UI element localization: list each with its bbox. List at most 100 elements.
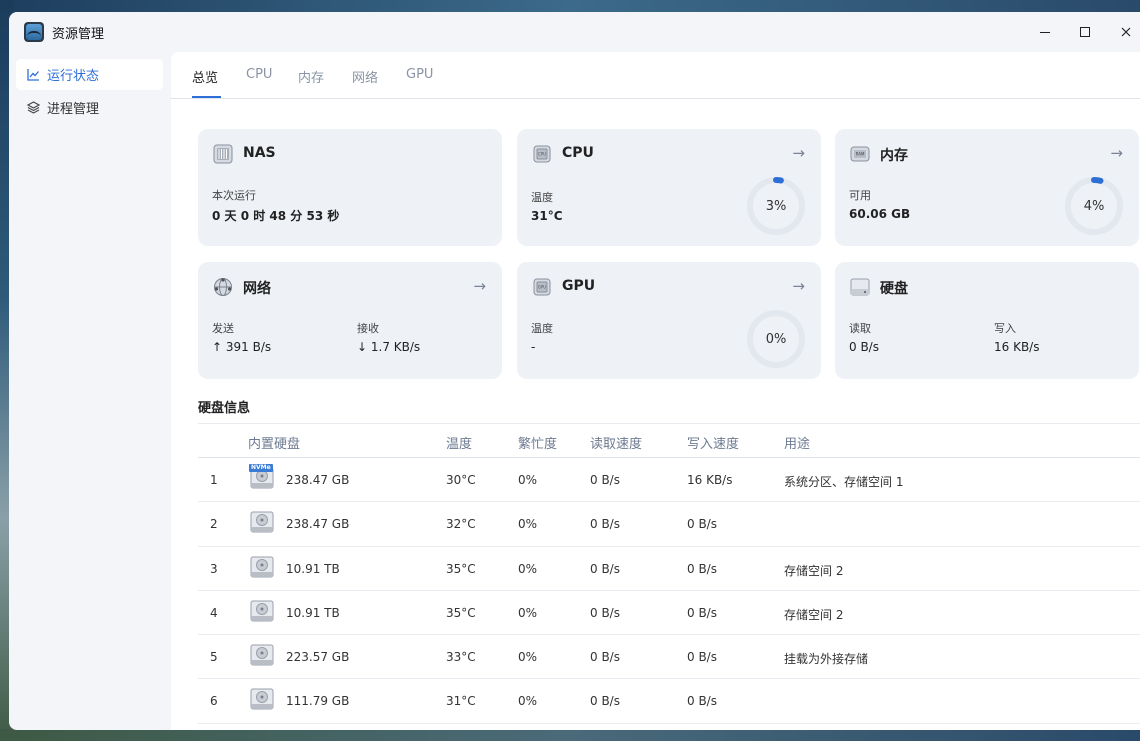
cpu-title: CPU — [562, 145, 594, 161]
disk-write-speed: 0 B/s — [687, 517, 717, 532]
arrow-right-icon[interactable]: → — [1110, 144, 1123, 162]
cpu-card[interactable]: CPU CPU → 温度 31°C 3% — [517, 129, 821, 246]
cpu-chip-icon: CPU — [532, 144, 552, 164]
disk-index: 4 — [210, 605, 218, 620]
disk-write-value: 16 KB/s — [994, 340, 1040, 354]
svg-text:CPU: CPU — [538, 152, 546, 157]
network-title: 网络 — [243, 281, 271, 297]
tab-memory[interactable]: 内存 — [298, 67, 324, 86]
tab-overview[interactable]: 总览 — [192, 67, 218, 86]
gpu-temp-value: - — [531, 340, 536, 354]
table-row[interactable]: 3 10.91 TB 35°C 0% 0 B/s 0 B/s 存储空间 2 — [198, 547, 1140, 591]
close-button[interactable] — [1114, 20, 1138, 44]
hard-disk-icon — [250, 511, 274, 533]
memory-usage-percent: 4% — [1083, 198, 1105, 214]
disk-index: 6 — [210, 694, 218, 709]
disk-usage: 存储空间 2 — [784, 607, 844, 622]
memory-usage-ring: 4% — [1063, 175, 1125, 237]
disk-temperature: 30°C — [446, 473, 476, 487]
disk-usage: 挂载为外接存储 — [784, 652, 869, 667]
tab-bar: 总览 CPU 内存 网络 GPU — [171, 52, 1140, 99]
disk-info-table: 内置硬盘 温度 繁忙度 读取速度 写入速度 用途 1 238.47 GB 30°C 0… — [198, 423, 1140, 724]
sidebar-item-processes[interactable]: 进程管理 — [16, 92, 163, 123]
titlebar: 资源管理 — [9, 12, 1140, 52]
network-globe-icon — [213, 277, 233, 297]
resource-manager-window: 资源管理 运行状态 进程管理 总览 CPU 内存 网络 GPU NAS 本次运行… — [9, 12, 1140, 730]
cpu-usage-ring: 3% — [745, 175, 807, 237]
tab-network[interactable]: 网络 — [352, 67, 378, 86]
table-row[interactable]: 1 238.47 GB 30°C 0% 0 B/s 16 KB/s 系统分区、存储空间 1 N… — [198, 458, 1140, 503]
nas-title: NAS — [243, 145, 276, 161]
disk-read-speed: 0 B/s — [590, 473, 620, 487]
arrow-right-icon[interactable]: → — [792, 144, 805, 162]
disk-size: 223.57 GB — [286, 650, 350, 665]
table-row[interactable]: 2 238.47 GB 32°C 0% 0 B/s 0 B/s — [198, 502, 1140, 547]
memory-title: 内存 — [880, 148, 908, 164]
header-temperature[interactable]: 温度 — [446, 433, 472, 452]
gpu-chip-icon: GPU — [532, 277, 552, 297]
disk-write-speed: 0 B/s — [687, 650, 717, 665]
hard-disk-icon — [250, 644, 274, 666]
disk-title: 硬盘 — [880, 281, 908, 297]
disk-index: 1 — [210, 473, 218, 487]
disk-temperature: 33°C — [446, 650, 476, 665]
hard-disk-icon — [250, 556, 274, 578]
disk-busy: 0% — [518, 517, 538, 532]
disk-size: 10.91 TB — [286, 605, 340, 620]
app-title: 资源管理 — [52, 27, 105, 42]
cpu-temp-label: 温度 — [531, 191, 553, 204]
disk-read-label: 读取 — [849, 322, 871, 335]
disk-card: 硬盘 读取 0 B/s 写入 16 KB/s — [835, 262, 1139, 379]
tab-active-indicator — [192, 96, 221, 98]
gpu-title: GPU — [562, 278, 596, 294]
header-read-speed[interactable]: 读取速度 — [590, 433, 642, 452]
memory-available-value: 60.06 GB — [849, 207, 911, 221]
hard-disk-icon: NVMe — [249, 464, 274, 489]
network-recv-label: 接收 — [357, 322, 379, 335]
disk-write-speed: 0 B/s — [687, 561, 717, 576]
table-row[interactable]: 6 111.79 GB 31°C 0% 0 B/s 0 B/s — [198, 679, 1140, 724]
memory-card[interactable]: RAM 内存 → 可用 60.06 GB 4% — [835, 129, 1139, 246]
maximize-button[interactable] — [1073, 20, 1097, 44]
header-usage[interactable]: 用途 — [784, 433, 810, 452]
header-write-speed[interactable]: 写入速度 — [687, 433, 739, 452]
uptime-value: 0 天 0 时 48 分 53 秒 — [212, 209, 340, 223]
chart-line-icon — [26, 68, 40, 82]
arrow-right-icon[interactable]: → — [473, 277, 486, 295]
table-row[interactable]: 5 223.57 GB 33°C 0% 0 B/s 0 B/s 挂载为外接存储 — [198, 635, 1140, 680]
app-icon — [24, 22, 44, 42]
disk-write-speed: 0 B/s — [687, 605, 717, 620]
sidebar-item-status[interactable]: 运行状态 — [16, 59, 163, 90]
hard-disk-icon — [850, 277, 870, 297]
maximize-icon — [1080, 27, 1090, 37]
disk-temperature: 35°C — [446, 605, 476, 620]
disk-usage: 存储空间 2 — [784, 563, 844, 578]
table-row[interactable]: 4 10.91 TB 35°C 0% 0 B/s 0 B/s 存储空间 2 — [198, 591, 1140, 636]
ram-icon: RAM — [850, 144, 870, 164]
disk-temperature: 35°C — [446, 561, 476, 576]
network-send-value: ↑ 391 B/s — [212, 340, 272, 354]
minimize-icon — [1040, 31, 1050, 33]
minimize-button[interactable] — [1033, 20, 1057, 44]
disk-read-value: 0 B/s — [849, 340, 879, 354]
svg-text:RAM: RAM — [856, 152, 865, 157]
disk-size: 111.79 GB — [286, 694, 350, 709]
disk-size: 238.47 GB — [286, 517, 350, 532]
gpu-card[interactable]: GPU GPU → 温度 - 0% — [517, 262, 821, 379]
sidebar: 运行状态 进程管理 — [9, 52, 171, 730]
arrow-right-icon[interactable]: → — [792, 277, 805, 295]
gpu-temp-label: 温度 — [531, 322, 553, 335]
disk-busy: 0% — [518, 650, 538, 665]
header-builtin-disk[interactable]: 内置硬盘 — [248, 433, 300, 452]
tab-cpu[interactable]: CPU — [246, 67, 272, 82]
network-card[interactable]: 网络 → 发送 ↑ 391 B/s 接收 ↓ 1.7 KB/s — [198, 262, 502, 379]
disk-busy: 0% — [518, 473, 538, 487]
disk-index: 3 — [210, 561, 218, 576]
nas-card: NAS 本次运行 0 天 0 时 48 分 53 秒 — [198, 129, 502, 246]
memory-available-label: 可用 — [849, 189, 871, 202]
layers-icon — [26, 101, 40, 115]
tab-gpu[interactable]: GPU — [406, 67, 433, 82]
table-body: 1 238.47 GB 30°C 0% 0 B/s 16 KB/s 系统分区、存储空间 1 N… — [198, 458, 1140, 724]
header-busy[interactable]: 繁忙度 — [518, 433, 557, 452]
cpu-usage-percent: 3% — [765, 198, 787, 214]
